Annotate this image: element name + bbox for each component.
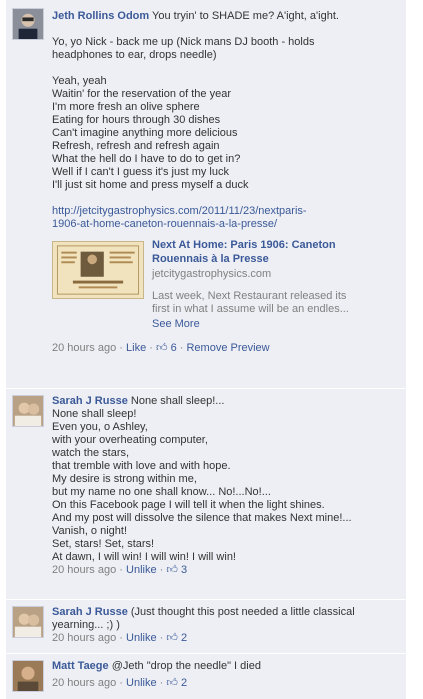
preview-thumbnail[interactable] bbox=[52, 241, 144, 299]
comment-line: Can't imagine anything more delicious bbox=[52, 127, 238, 139]
avatar[interactable] bbox=[12, 660, 44, 692]
unlike-button[interactable]: Unlike bbox=[126, 564, 157, 576]
comment-text: @Jeth "drop the needle" I died bbox=[111, 660, 261, 672]
thumbs-up-icon: 👍︎ bbox=[166, 677, 178, 689]
comment-link-line[interactable]: 1906-at-home-caneton-rouennais-a-la-pres… bbox=[52, 218, 398, 231]
thumbs-up-icon: 👍︎ bbox=[156, 342, 168, 354]
thumbs-up-icon: 👍︎ bbox=[166, 564, 178, 576]
comment-line: None shall sleep! bbox=[52, 408, 137, 420]
comment-line: Set, stars! Set, stars! bbox=[52, 538, 155, 550]
comment-link-line[interactable]: http://jetcitygastrophysics.com/2011/11/… bbox=[52, 205, 398, 218]
comment-meta: 20 hours ago · Like · 👍︎ 6 · Remove Prev… bbox=[52, 342, 270, 354]
comment-line: yearning... ;) ) bbox=[52, 619, 120, 631]
comment-body-lines: Yo, yo Nick - back me up (Nick mans DJ b… bbox=[52, 23, 398, 205]
comment-line bbox=[52, 23, 398, 36]
comment-line: Yeah, yeah bbox=[52, 75, 107, 87]
comment-line: And my post will dissolve the silence th… bbox=[52, 512, 352, 524]
avatar[interactable] bbox=[12, 8, 44, 40]
likes-count[interactable]: 👍︎ 6 bbox=[156, 342, 177, 354]
author-name[interactable]: Matt Taege bbox=[52, 660, 109, 672]
comment-first-line: Jeth Rollins Odom You tryin' to SHADE me… bbox=[52, 10, 398, 23]
comment-line: At dawn, I will win! I will win! I will … bbox=[52, 551, 236, 563]
comment-first-line: Matt Taege @Jeth "drop the needle" I die… bbox=[52, 660, 398, 673]
timestamp[interactable]: 20 hours ago bbox=[52, 342, 116, 354]
avatar[interactable] bbox=[12, 395, 44, 427]
comment-meta: 20 hours ago · Unlike · 👍︎ 2 bbox=[52, 677, 188, 689]
comment-line: What the hell do I have to do to get in? bbox=[52, 153, 241, 165]
unlike-button[interactable]: Unlike bbox=[126, 677, 157, 689]
comment-body-lines: None shall sleep! Even you, o Ashley, with… bbox=[52, 408, 398, 564]
comment-item: Sarah J Russe None shall sleep!... None … bbox=[6, 389, 406, 599]
likes-count[interactable]: 👍︎ 2 bbox=[166, 632, 187, 644]
comment-item: Jeth Rollins Odom You tryin' to SHADE me… bbox=[6, 0, 406, 388]
comment-line: but my name no one shall know... No!...N… bbox=[52, 486, 271, 498]
author-name[interactable]: Sarah J Russe bbox=[52, 395, 128, 407]
preview-title[interactable]: Next At Home: Paris 1906: Caneton Rouenn… bbox=[152, 238, 336, 266]
comment-first-line: Sarah J Russe None shall sleep!... bbox=[52, 395, 398, 408]
comment-body-lines: yearning... ;) ) bbox=[52, 619, 398, 632]
comment-line: On this Facebook page I will tell it whe… bbox=[52, 499, 325, 511]
comment-line: Vanish, o night! bbox=[52, 525, 128, 537]
comment-text: You tryin' to SHADE me? A'ight, a'ight. bbox=[152, 10, 339, 22]
timestamp[interactable]: 20 hours ago bbox=[52, 632, 116, 644]
comment-text: None shall sleep!... bbox=[130, 395, 225, 407]
author-name[interactable]: Sarah J Russe bbox=[52, 606, 128, 618]
comment-meta: 20 hours ago · Unlike · 👍︎ 2 bbox=[52, 632, 188, 644]
remove-preview-button[interactable]: Remove Preview bbox=[186, 342, 269, 354]
comment-line: that tremble with love and with hope. bbox=[52, 460, 231, 472]
link-preview: Next At Home: Paris 1906: Caneton Rouenn… bbox=[52, 238, 398, 342]
comment-line: Well if I can't I guess it's just my luc… bbox=[52, 166, 229, 178]
timestamp[interactable]: 20 hours ago bbox=[52, 564, 116, 576]
comment-line: Yo, yo Nick - back me up (Nick mans DJ b… bbox=[52, 36, 315, 48]
comment-line: with your overheating computer, bbox=[52, 434, 208, 446]
likes-count[interactable]: 👍︎ 3 bbox=[166, 564, 187, 576]
preview-description: Last week, Next Restaurant released its … bbox=[152, 290, 349, 315]
comment-line bbox=[52, 62, 398, 75]
preview-domain: jetcitygastrophysics.com bbox=[152, 268, 272, 280]
see-more-link[interactable]: See More bbox=[152, 318, 200, 331]
comment-text: (Just thought this post needed a little … bbox=[130, 606, 355, 618]
comment-line: Eating for hours through 30 dishes bbox=[52, 114, 221, 126]
comment-line: My desire is strong within me, bbox=[52, 473, 197, 485]
comment-line: I'll just sit home and press myself a du… bbox=[52, 179, 249, 191]
timestamp[interactable]: 20 hours ago bbox=[52, 677, 116, 689]
thumbs-up-icon: 👍︎ bbox=[166, 632, 178, 644]
unlike-button[interactable]: Unlike bbox=[126, 632, 157, 644]
comment-line: I'm more fresh an olive sphere bbox=[52, 101, 200, 113]
comment-line: Waitin' for the reservation of the year bbox=[52, 88, 231, 100]
comment-line bbox=[52, 192, 398, 205]
comment-first-line: Sarah J Russe (Just thought this post ne… bbox=[52, 606, 398, 619]
comment-line: Even you, o Ashley, bbox=[52, 421, 148, 433]
likes-count[interactable]: 👍︎ 2 bbox=[166, 677, 187, 689]
comment-line: watch the stars, bbox=[52, 447, 130, 459]
comment-item: Sarah J Russe (Just thought this post ne… bbox=[6, 600, 406, 653]
author-name[interactable]: Jeth Rollins Odom bbox=[52, 10, 149, 22]
comment-meta: 20 hours ago · Unlike · 👍︎ 3 bbox=[52, 564, 188, 576]
comment-line: headphones to ear, drops needle) bbox=[52, 49, 217, 61]
comment-feed: Jeth Rollins Odom You tryin' to SHADE me… bbox=[0, 0, 423, 699]
comment-line: Refresh, refresh and refresh again bbox=[52, 140, 220, 152]
comment-item: Matt Taege @Jeth "drop the needle" I die… bbox=[6, 654, 406, 699]
avatar[interactable] bbox=[12, 606, 44, 638]
avatar-image bbox=[13, 9, 43, 39]
like-button[interactable]: Like bbox=[126, 342, 146, 354]
